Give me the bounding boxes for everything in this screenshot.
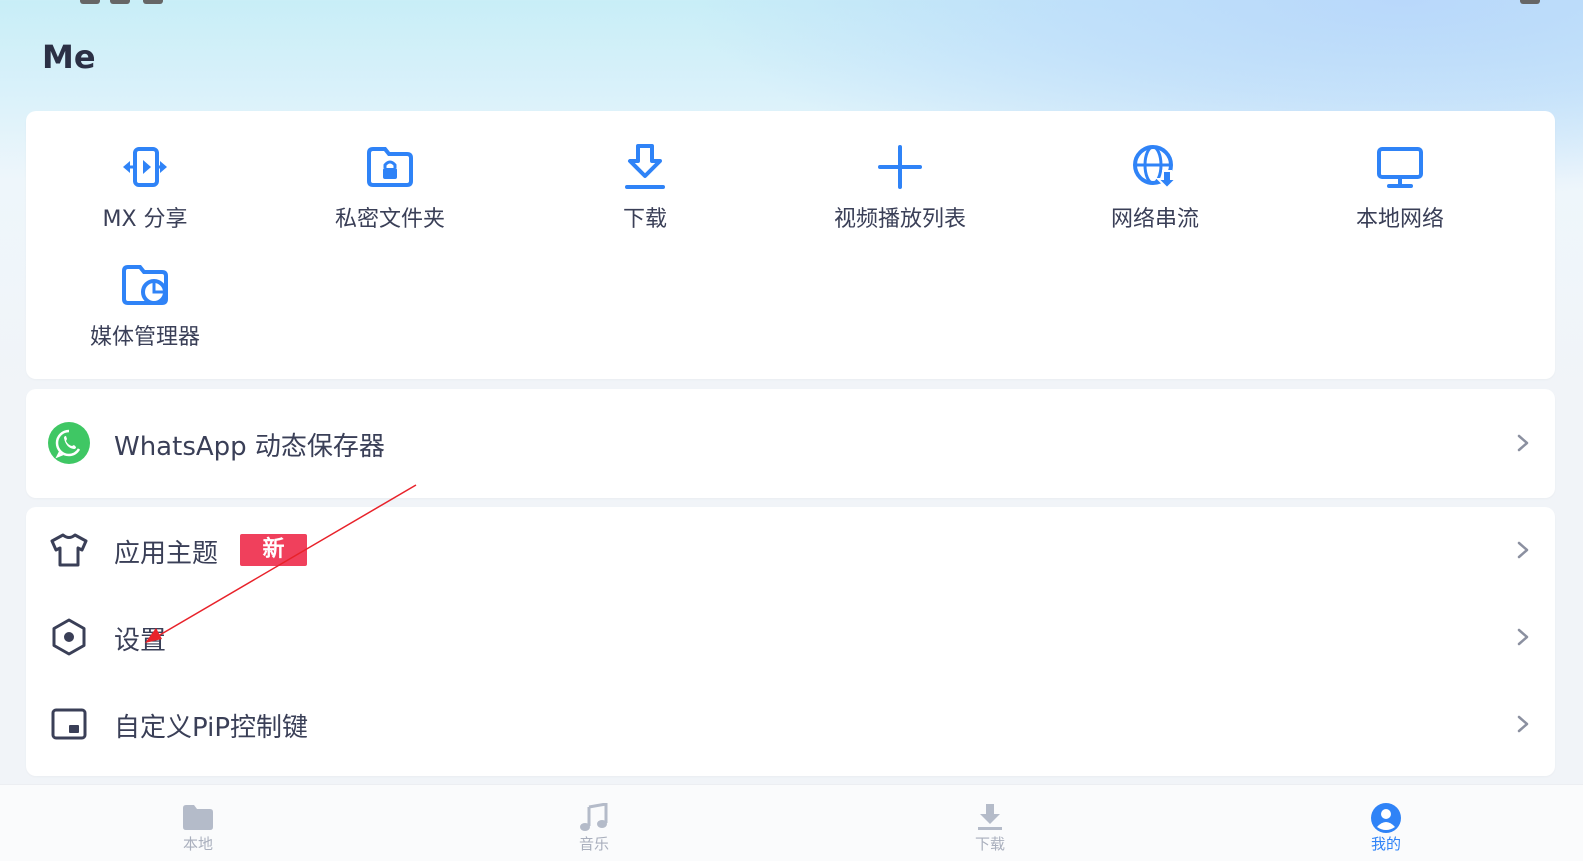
tab-download[interactable]: 下载 <box>792 785 1188 861</box>
network-stream-icon <box>1133 145 1179 190</box>
quick-item-label: 私密文件夹 <box>334 207 445 232</box>
quick-actions-card: MX 分享 私密文件夹 下载 视频播放列表 网络串流 本地网络 媒体管理器 <box>26 111 1555 379</box>
pip-icon <box>51 708 87 740</box>
whatsapp-status-saver-row[interactable]: WhatsApp 动态保存器 <box>26 400 1555 486</box>
status-icon <box>143 0 163 4</box>
whatsapp-card: WhatsApp 动态保存器 <box>26 389 1555 498</box>
mx-share-icon <box>123 147 167 187</box>
download-tab-icon <box>978 804 1002 830</box>
monitor-icon <box>1377 147 1423 188</box>
private-folder-icon <box>367 147 413 187</box>
quick-item-label: 网络串流 <box>1110 207 1199 232</box>
settings-hex-icon <box>52 618 86 656</box>
quick-item-local-network[interactable]: 本地网络 <box>1285 111 1515 232</box>
page-title: Me <box>42 38 96 76</box>
quick-item-label: 下载 <box>622 207 667 232</box>
custom-pip-controls-row[interactable]: 自定义PiP控制键 <box>26 681 1555 767</box>
profile-icon <box>1371 803 1401 833</box>
quick-item-label: 视频播放列表 <box>833 207 966 232</box>
chevron-right-icon <box>1517 715 1529 733</box>
quick-item-label: 本地网络 <box>1355 207 1444 232</box>
custom-pip-controls-label: 自定义PiP控制键 <box>114 713 309 743</box>
plus-icon <box>878 145 922 189</box>
app-theme-row[interactable]: 应用主题 新 <box>26 507 1555 593</box>
settings-label: 设置 <box>114 626 167 656</box>
status-bar <box>0 0 1583 10</box>
folder-icon <box>183 805 213 830</box>
download-icon <box>625 144 665 189</box>
tab-label: 本地 <box>182 835 213 853</box>
new-badge: 新 <box>240 534 307 566</box>
tab-local[interactable]: 本地 <box>0 785 396 861</box>
quick-item-media-manager[interactable]: 媒体管理器 <box>30 229 260 350</box>
tab-label: 下载 <box>974 835 1005 853</box>
quick-item-mx-share[interactable]: MX 分享 <box>30 111 260 232</box>
whatsapp-icon <box>48 422 90 464</box>
shirt-icon <box>50 533 88 567</box>
tab-music[interactable]: 音乐 <box>396 785 792 861</box>
chevron-right-icon <box>1517 434 1529 452</box>
media-manager-icon <box>122 265 168 305</box>
status-icon <box>80 0 100 4</box>
chevron-right-icon <box>1517 541 1529 559</box>
bottom-nav: 本地 音乐 下载 我的 <box>0 784 1583 861</box>
battery-icon <box>1520 0 1540 4</box>
quick-item-label: 媒体管理器 <box>89 325 200 350</box>
tab-label: 我的 <box>1370 835 1401 853</box>
quick-item-video-playlist[interactable]: 视频播放列表 <box>785 111 1015 232</box>
settings-row[interactable]: 设置 <box>26 594 1555 680</box>
status-icon <box>110 0 130 4</box>
app-theme-label: 应用主题 <box>114 539 219 569</box>
tab-label: 音乐 <box>578 835 609 853</box>
music-icon <box>580 803 608 831</box>
quick-item-download[interactable]: 下载 <box>530 111 760 232</box>
whatsapp-status-saver-label: WhatsApp 动态保存器 <box>114 432 385 462</box>
quick-item-private-folder[interactable]: 私密文件夹 <box>275 111 505 232</box>
chevron-right-icon <box>1517 628 1529 646</box>
tab-me[interactable]: 我的 <box>1188 785 1583 861</box>
quick-item-network-stream[interactable]: 网络串流 <box>1040 111 1270 232</box>
settings-card: 应用主题 新 设置 自定义PiP控制键 <box>26 507 1555 776</box>
